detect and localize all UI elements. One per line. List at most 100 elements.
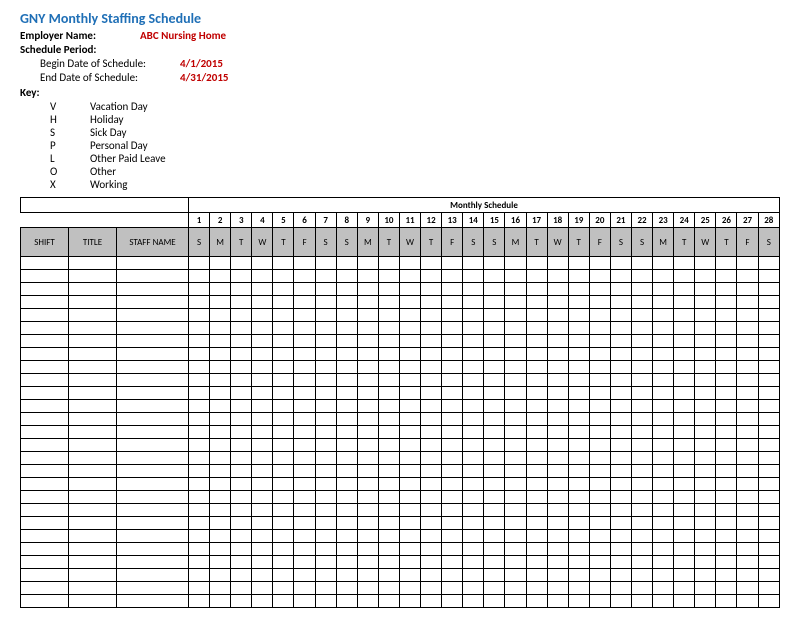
cell[interactable]	[758, 582, 779, 595]
cell[interactable]	[421, 530, 442, 543]
cell[interactable]	[695, 504, 716, 517]
cell[interactable]	[526, 478, 547, 491]
cell[interactable]	[294, 543, 315, 556]
cell[interactable]	[252, 569, 273, 582]
cell[interactable]	[547, 374, 568, 387]
cell[interactable]	[210, 257, 231, 270]
cell[interactable]	[117, 595, 189, 608]
cell[interactable]	[231, 296, 252, 309]
cell[interactable]	[421, 465, 442, 478]
cell[interactable]	[674, 322, 695, 335]
cell[interactable]	[674, 517, 695, 530]
cell[interactable]	[631, 491, 652, 504]
cell[interactable]	[210, 452, 231, 465]
cell[interactable]	[442, 439, 463, 452]
cell[interactable]	[610, 569, 631, 582]
cell[interactable]	[189, 439, 210, 452]
cell[interactable]	[589, 465, 610, 478]
cell[interactable]	[421, 413, 442, 426]
cell[interactable]	[716, 296, 737, 309]
cell[interactable]	[737, 569, 758, 582]
cell[interactable]	[610, 452, 631, 465]
cell[interactable]	[442, 504, 463, 517]
cell[interactable]	[758, 283, 779, 296]
cell[interactable]	[526, 452, 547, 465]
cell[interactable]	[758, 348, 779, 361]
cell[interactable]	[294, 400, 315, 413]
cell[interactable]	[252, 400, 273, 413]
cell[interactable]	[189, 374, 210, 387]
cell[interactable]	[758, 270, 779, 283]
cell[interactable]	[737, 413, 758, 426]
cell[interactable]	[589, 530, 610, 543]
cell[interactable]	[631, 361, 652, 374]
cell[interactable]	[505, 309, 526, 322]
cell[interactable]	[484, 439, 505, 452]
cell[interactable]	[442, 491, 463, 504]
cell[interactable]	[210, 582, 231, 595]
cell[interactable]	[294, 309, 315, 322]
cell[interactable]	[231, 413, 252, 426]
cell[interactable]	[69, 582, 117, 595]
cell[interactable]	[117, 426, 189, 439]
cell[interactable]	[674, 504, 695, 517]
cell[interactable]	[117, 309, 189, 322]
cell[interactable]	[547, 309, 568, 322]
cell[interactable]	[610, 491, 631, 504]
cell[interactable]	[189, 582, 210, 595]
cell[interactable]	[674, 387, 695, 400]
cell[interactable]	[294, 348, 315, 361]
cell[interactable]	[716, 478, 737, 491]
cell[interactable]	[505, 296, 526, 309]
cell[interactable]	[273, 530, 294, 543]
cell[interactable]	[758, 530, 779, 543]
cell[interactable]	[463, 361, 484, 374]
cell[interactable]	[336, 569, 357, 582]
cell[interactable]	[378, 283, 399, 296]
cell[interactable]	[399, 296, 420, 309]
cell[interactable]	[336, 452, 357, 465]
cell[interactable]	[357, 309, 378, 322]
cell[interactable]	[117, 374, 189, 387]
cell[interactable]	[336, 361, 357, 374]
cell[interactable]	[189, 504, 210, 517]
cell[interactable]	[273, 465, 294, 478]
cell[interactable]	[610, 478, 631, 491]
cell[interactable]	[463, 478, 484, 491]
cell[interactable]	[378, 309, 399, 322]
cell[interactable]	[378, 530, 399, 543]
cell[interactable]	[631, 283, 652, 296]
cell[interactable]	[653, 517, 674, 530]
cell[interactable]	[484, 348, 505, 361]
cell[interactable]	[21, 569, 69, 582]
cell[interactable]	[189, 387, 210, 400]
cell[interactable]	[421, 504, 442, 517]
cell[interactable]	[737, 530, 758, 543]
cell[interactable]	[378, 569, 399, 582]
cell[interactable]	[21, 452, 69, 465]
cell[interactable]	[674, 335, 695, 348]
cell[interactable]	[399, 387, 420, 400]
cell[interactable]	[631, 569, 652, 582]
cell[interactable]	[69, 335, 117, 348]
cell[interactable]	[653, 530, 674, 543]
cell[interactable]	[315, 465, 336, 478]
cell[interactable]	[21, 504, 69, 517]
cell[interactable]	[737, 582, 758, 595]
cell[interactable]	[357, 348, 378, 361]
cell[interactable]	[505, 530, 526, 543]
cell[interactable]	[273, 439, 294, 452]
cell[interactable]	[610, 400, 631, 413]
cell[interactable]	[421, 517, 442, 530]
cell[interactable]	[631, 426, 652, 439]
cell[interactable]	[568, 335, 589, 348]
cell[interactable]	[547, 387, 568, 400]
cell[interactable]	[357, 426, 378, 439]
cell[interactable]	[69, 530, 117, 543]
cell[interactable]	[484, 361, 505, 374]
cell[interactable]	[117, 413, 189, 426]
cell[interactable]	[210, 387, 231, 400]
cell[interactable]	[399, 270, 420, 283]
cell[interactable]	[252, 556, 273, 569]
cell[interactable]	[69, 491, 117, 504]
